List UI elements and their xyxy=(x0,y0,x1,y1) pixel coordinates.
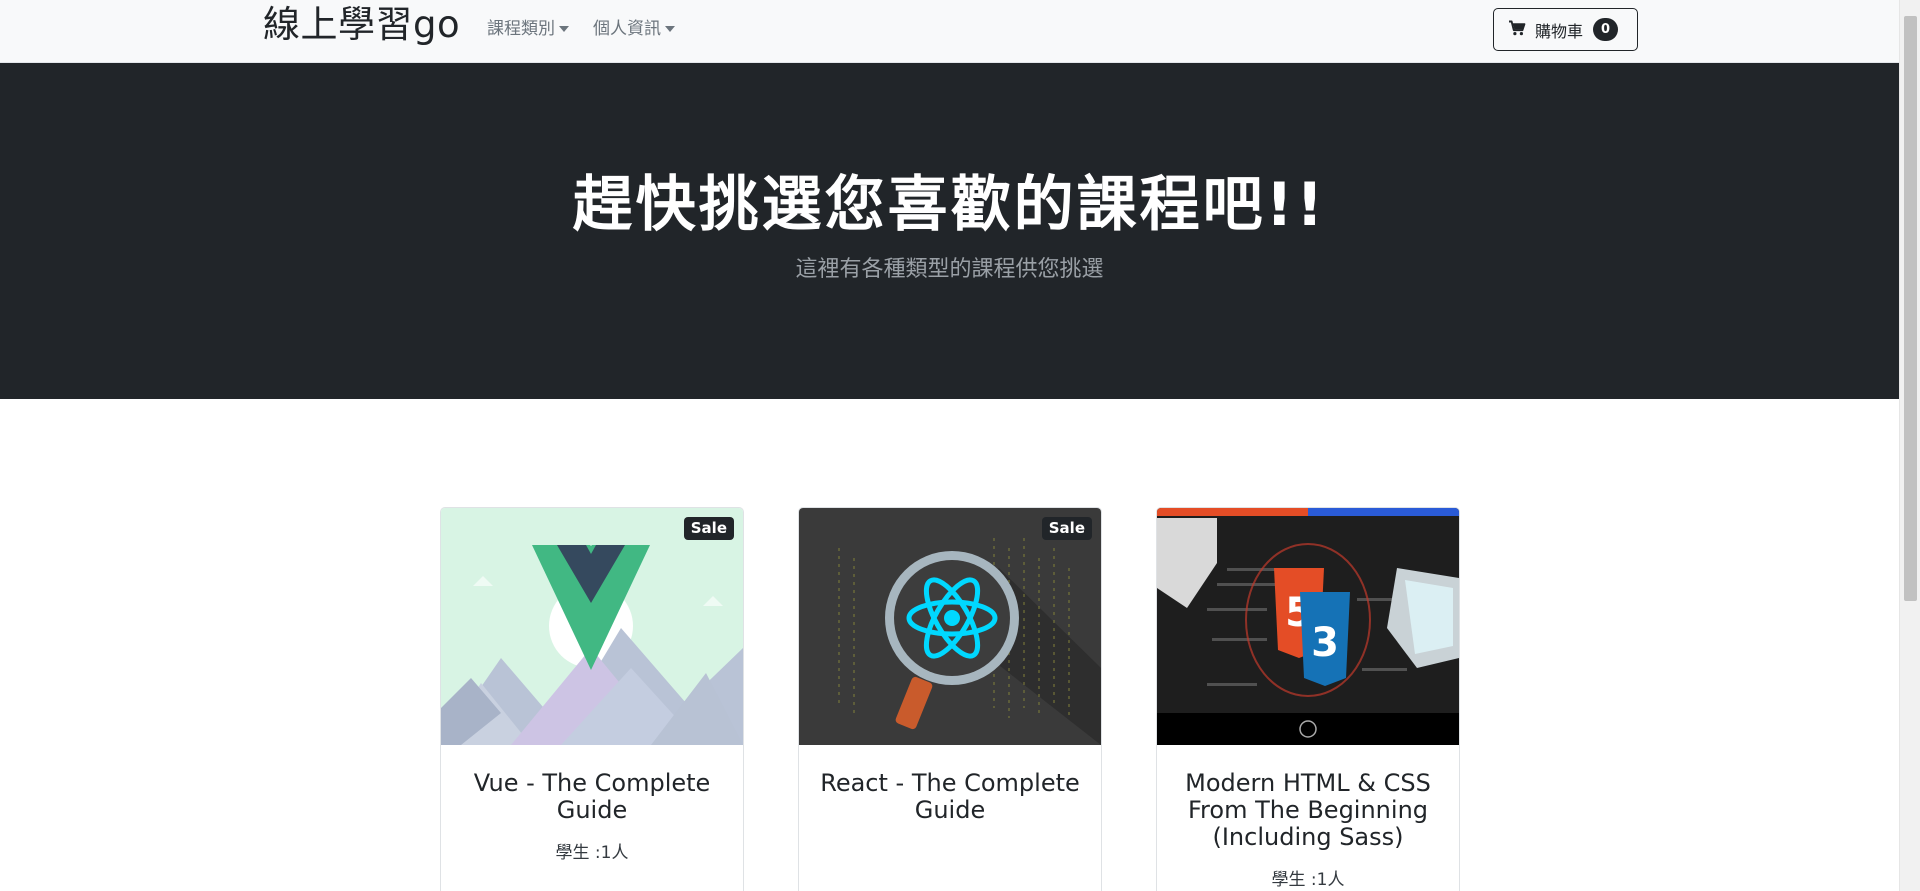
sale-badge: Sale xyxy=(1041,517,1092,540)
course-title[interactable]: React - The Complete Guide xyxy=(819,770,1081,824)
hero-banner: 趕快挑選您喜歡的課程吧!! 這裡有各種類型的課程供您挑選 xyxy=(0,63,1899,399)
navbar: 線上學習go 課程類別 個人資訊 購物車 0 xyxy=(0,0,1899,63)
brand-logo[interactable]: 線上學習go xyxy=(263,2,460,48)
nav-dropdown-course-categories[interactable]: 課程類別 xyxy=(487,18,569,40)
cart-icon xyxy=(1508,20,1526,40)
course-student-count: 學生 :1人 xyxy=(1271,870,1345,890)
caret-down-icon xyxy=(559,26,569,32)
vue-logo-icon xyxy=(441,508,743,745)
vertical-scrollbar[interactable] xyxy=(1899,0,1920,891)
sale-badge: Sale xyxy=(683,517,734,540)
svg-text:3: 3 xyxy=(1311,620,1339,666)
course-image[interactable]: Sale xyxy=(799,508,1101,745)
course-title[interactable]: Vue - The Complete Guide xyxy=(461,770,723,824)
cart-label: 購物車 xyxy=(1535,21,1584,41)
course-image[interactable]: Sale xyxy=(441,508,743,745)
cart-count-badge: 0 xyxy=(1593,18,1619,41)
react-logo-icon xyxy=(799,508,1101,745)
cart-button[interactable]: 購物車 0 xyxy=(1493,8,1638,51)
caret-down-icon xyxy=(665,26,675,32)
nav-dropdown-label: 課程類別 xyxy=(487,19,555,39)
course-title[interactable]: Modern HTML & CSS From The Beginning (In… xyxy=(1177,770,1439,851)
course-student-count: 學生 :1人 xyxy=(555,843,629,863)
page: 線上學習go 課程類別 個人資訊 購物車 0 趕快挑選您喜歡的課程吧!! 這裡有… xyxy=(0,0,1920,891)
course-card[interactable]: Sale Vue - The Complete Guide 學生 :1人 xyxy=(440,507,744,891)
nav-dropdown-label: 個人資訊 xyxy=(593,19,661,39)
scrollbar-thumb[interactable] xyxy=(1904,16,1917,601)
hero-subtitle: 這裡有各種類型的課程供您挑選 xyxy=(795,257,1104,282)
course-image[interactable]: 5 3 xyxy=(1157,508,1459,745)
nav-dropdown-personal-info[interactable]: 個人資訊 xyxy=(593,18,675,40)
course-card[interactable]: Sale React - The Complete Guide xyxy=(798,507,1102,891)
hero-title: 趕快挑選您喜歡的課程吧!! xyxy=(572,170,1327,240)
course-card[interactable]: 5 3 Modern HTML & CSS From The Beginning… xyxy=(1156,507,1460,891)
html-css-logo-icon: 5 3 xyxy=(1157,508,1459,745)
